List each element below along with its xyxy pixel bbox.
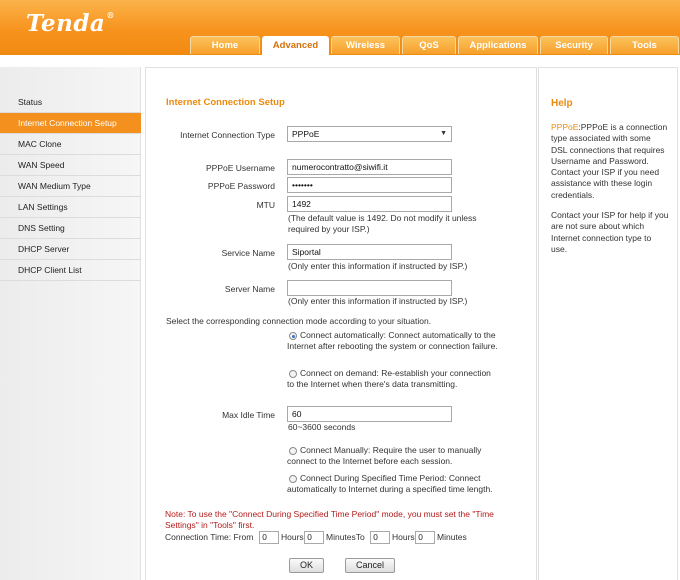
sidebar: Status Internet Connection Setup MAC Clo… [0,67,141,580]
mode-on-demand-text: Connect on demand: Re-establish your con… [287,368,491,389]
connection-type-select[interactable]: PPPoE ▼ [287,126,452,142]
dropdown-arrow-icon: ▼ [440,130,447,137]
mode-manual-text: Connect Manually: Require the user to ma… [287,445,482,466]
header-bar: Tenda® Home Advanced Wireless QoS Applic… [0,0,680,55]
help-title: Help [551,98,573,109]
sidebar-item-wan-speed[interactable]: WAN Speed [0,155,141,176]
sidebar-item-dns-setting[interactable]: DNS Setting [0,218,141,239]
username-input[interactable]: numerocontratto@siwifi.it [287,159,452,175]
sidebar-item-internet-connection-setup[interactable]: Internet Connection Setup [0,113,141,134]
hours-label: Hours [281,532,304,542]
service-name-input[interactable]: Siportal [287,244,452,260]
tab-security[interactable]: Security [540,36,608,54]
service-name-hint: (Only enter this information if instruct… [288,261,468,271]
mode-period-text: Connect During Specified Time Period: Co… [287,473,493,494]
tab-advanced[interactable]: Advanced [262,36,329,55]
sidebar-item-mac-clone[interactable]: MAC Clone [0,134,141,155]
sidebar-item-dhcp-client-list[interactable]: DHCP Client List [0,260,141,281]
from-hours-input[interactable]: 0 [259,531,279,544]
hours2-label: Hours [392,532,415,542]
help-panel: Help PPPoE:PPPoE is a connection type as… [538,67,678,580]
main-panel: Internet Connection Setup Internet Conne… [145,67,537,580]
minutes-to-label: MinutesTo [326,532,365,542]
mtu-hint: (The default value is 1492. Do not modif… [288,213,477,234]
max-idle-label: Max Idle Time [222,410,275,420]
help-keyword: PPPoE [551,122,579,132]
connection-type-label: Internet Connection Type [180,130,275,140]
password-label: PPPoE Password [207,181,275,191]
mode-auto-text: Connect automatically: Connect automatic… [287,330,498,351]
connection-time-label: Connection Time: From [165,532,254,542]
minutes-label: Minutes [437,532,467,542]
logo-reg-mark: ® [106,10,115,20]
server-name-input[interactable] [287,280,452,296]
ok-button[interactable]: OK [289,558,324,573]
logo-text: Tenda [26,10,106,37]
tab-home[interactable]: Home [190,36,260,54]
help-text-2: Contact your ISP for help if you are not… [551,210,669,254]
password-input[interactable]: ••••••• [287,177,452,193]
cancel-button[interactable]: Cancel [345,558,395,573]
page-title: Internet Connection Setup [166,97,285,108]
service-name-label: Service Name [221,248,275,258]
help-text-1: :PPPoE is a connection type associated w… [551,122,668,200]
tab-applications[interactable]: Applications [458,36,538,54]
sidebar-item-status[interactable]: Status [0,92,141,113]
connection-mode-intro: Select the corresponding connection mode… [166,316,432,326]
sidebar-item-dhcp-server[interactable]: DHCP Server [0,239,141,260]
sidebar-item-wan-medium-type[interactable]: WAN Medium Type [0,176,141,197]
to-minutes-input[interactable]: 0 [415,531,435,544]
tab-qos[interactable]: QoS [402,36,456,54]
server-name-hint: (Only enter this information if instruct… [288,296,468,306]
tenda-logo: Tenda® [26,10,115,37]
connection-type-value: PPPoE [292,129,320,139]
from-minutes-input[interactable]: 0 [304,531,324,544]
server-name-label: Server Name [224,284,275,294]
time-settings-note: Note: To use the "Connect During Specifi… [165,509,494,530]
username-label: PPPoE Username [206,163,275,173]
tab-wireless[interactable]: Wireless [331,36,400,54]
to-hours-input[interactable]: 0 [370,531,390,544]
help-text-pppoe: PPPoE:PPPoE is a connection type associa… [551,122,669,201]
max-idle-input[interactable]: 60 [287,406,452,422]
tab-tools[interactable]: Tools [610,36,679,54]
sidebar-item-lan-settings[interactable]: LAN Settings [0,197,141,218]
max-idle-range: 60~3600 seconds [288,422,356,432]
mtu-label: MTU [256,200,275,210]
mtu-input[interactable]: 1492 [287,196,452,212]
